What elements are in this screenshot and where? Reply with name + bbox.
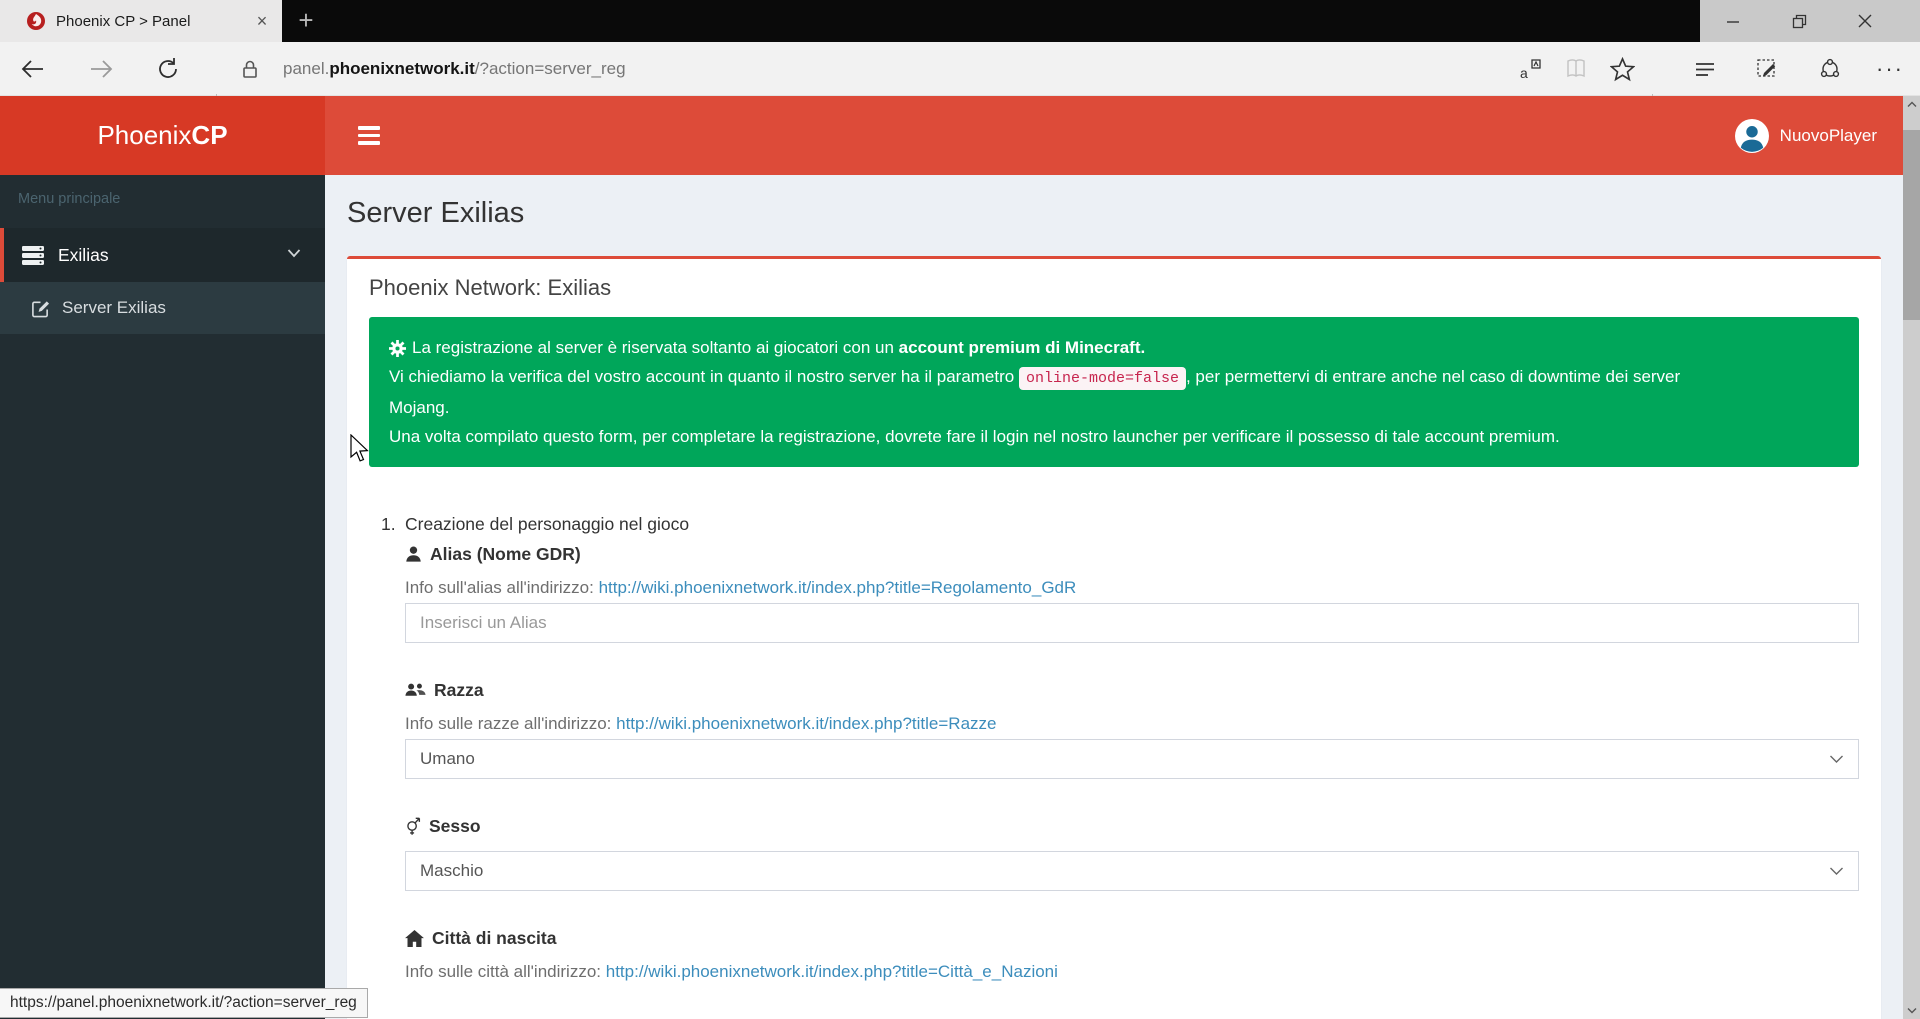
app-navbar: PhoenixCP NuovoPlayer bbox=[0, 96, 1903, 175]
alert-line-1: La registrazione al server è riservata s… bbox=[389, 333, 1839, 362]
tab-title: Phoenix CP > Panel bbox=[56, 13, 240, 30]
sidebar-item-label: Exilias bbox=[58, 245, 109, 266]
more-options-button[interactable]: ··· bbox=[1872, 51, 1908, 87]
edit-icon bbox=[31, 299, 50, 318]
avatar bbox=[1735, 119, 1769, 153]
field-razza: Razza Info sulle razze all'indirizzo: ht… bbox=[405, 679, 1859, 779]
share-icon[interactable] bbox=[1812, 51, 1848, 87]
server-icon bbox=[22, 246, 44, 265]
forward-button[interactable] bbox=[83, 51, 119, 87]
hamburger-icon bbox=[358, 126, 380, 130]
home-icon bbox=[405, 930, 424, 947]
lock-icon bbox=[232, 51, 268, 87]
sidebar-item-server-exilias[interactable]: Server Exilias bbox=[0, 282, 325, 334]
window-controls bbox=[1700, 0, 1920, 42]
phoenix-favicon-icon bbox=[26, 11, 46, 31]
scroll-up-icon[interactable] bbox=[1903, 96, 1920, 113]
alert-line-4: Una volta compilato questo form, per com… bbox=[389, 422, 1839, 451]
field-sesso: Sesso Maschio bbox=[405, 815, 1859, 891]
username-label: NuovoPlayer bbox=[1780, 126, 1877, 146]
browser-tab[interactable]: Phoenix CP > Panel × bbox=[0, 0, 282, 42]
registration-form: 1. Creazione del personaggio nel gioco A… bbox=[381, 513, 1859, 1019]
user-menu[interactable]: NuovoPlayer bbox=[1721, 96, 1891, 175]
sidebar-section-header: Menu principale bbox=[0, 175, 325, 207]
app-logo[interactable]: PhoenixCP bbox=[0, 96, 325, 175]
razza-info: Info sulle razze all'indirizzo: http://w… bbox=[405, 713, 1859, 735]
sesso-label: Sesso bbox=[405, 815, 1859, 837]
user-icon bbox=[405, 545, 422, 563]
alert-line-2: Vi chiediamo la verifica del vostro acco… bbox=[389, 362, 1839, 393]
hub-icon[interactable] bbox=[1687, 51, 1723, 87]
citta-label: Città di nascita bbox=[405, 927, 1859, 949]
web-note-icon[interactable] bbox=[1749, 51, 1785, 87]
razza-label: Razza bbox=[405, 679, 1859, 701]
alias-info: Info sull'alias all'indirizzo: http://wi… bbox=[405, 577, 1859, 599]
brand-text-bold: CP bbox=[191, 120, 227, 150]
main-content: Server Exilias Phoenix Network: Exilias … bbox=[325, 175, 1903, 1019]
svg-text:a: a bbox=[1520, 65, 1528, 81]
online-mode-code: online-mode=false bbox=[1019, 367, 1186, 390]
citta-wiki-link[interactable]: http://wiki.phoenixnetwork.it/index.php?… bbox=[606, 962, 1058, 981]
url-path: /?action=server_reg bbox=[475, 59, 626, 78]
content-box: Phoenix Network: Exilias La registrazion… bbox=[347, 256, 1881, 1019]
page-scrollbar[interactable] bbox=[1903, 96, 1920, 1019]
step-number: 1. bbox=[381, 513, 405, 1019]
new-tab-button[interactable]: + bbox=[288, 0, 324, 42]
razza-select[interactable]: Umano bbox=[405, 739, 1859, 779]
step-title: Creazione del personaggio nel gioco bbox=[405, 513, 1859, 535]
window-minimize-button[interactable] bbox=[1700, 0, 1766, 42]
premium-account-alert: La registrazione al server è riservata s… bbox=[369, 317, 1859, 467]
field-alias: Alias (Nome GDR) Info sull'alias all'ind… bbox=[405, 543, 1859, 643]
window-restore-button[interactable] bbox=[1766, 0, 1832, 42]
chevron-down-icon bbox=[1829, 754, 1844, 764]
razza-wiki-link[interactable]: http://wiki.phoenixnetwork.it/index.php?… bbox=[616, 714, 996, 733]
reading-view-icon[interactable] bbox=[1558, 51, 1594, 87]
back-button[interactable] bbox=[15, 51, 51, 87]
field-citta: Città di nascita Info sulle città all'in… bbox=[405, 927, 1859, 983]
translate-icon[interactable]: a bbox=[1512, 51, 1548, 87]
gender-icon bbox=[405, 816, 421, 836]
sidebar-subitem-label: Server Exilias bbox=[62, 298, 166, 318]
alert-line-3: Mojang. bbox=[389, 393, 1839, 422]
chevron-down-icon bbox=[1829, 866, 1844, 876]
gear-icon bbox=[389, 340, 406, 357]
citta-info: Info sulle città all'indirizzo: http://w… bbox=[405, 961, 1859, 983]
window-close-button[interactable] bbox=[1832, 0, 1898, 42]
scroll-down-icon[interactable] bbox=[1903, 1002, 1920, 1019]
mouse-cursor bbox=[349, 434, 371, 464]
chevron-down-icon bbox=[287, 248, 301, 258]
alias-label: Alias (Nome GDR) bbox=[405, 543, 1859, 565]
sidebar: Menu principale Exilias Server Exilias bbox=[0, 175, 325, 1019]
box-title: Phoenix Network: Exilias bbox=[347, 259, 1881, 317]
browser-tab-bar: Phoenix CP > Panel × + bbox=[0, 0, 1920, 42]
alias-wiki-link[interactable]: http://wiki.phoenixnetwork.it/index.php?… bbox=[599, 578, 1077, 597]
scrollbar-thumb[interactable] bbox=[1903, 130, 1920, 320]
url-domain: phoenixnetwork.it bbox=[329, 59, 474, 78]
url-prefix: panel. bbox=[283, 59, 329, 78]
browser-address-bar: panel.phoenixnetwork.it/?action=server_r… bbox=[0, 42, 1920, 96]
status-url-tooltip: https://panel.phoenixnetwork.it/?action=… bbox=[0, 988, 368, 1018]
sesso-select[interactable]: Maschio bbox=[405, 851, 1859, 891]
tab-close-icon[interactable]: × bbox=[250, 11, 274, 32]
sidebar-item-exilias[interactable]: Exilias bbox=[0, 228, 325, 282]
url-text[interactable]: panel.phoenixnetwork.it/?action=server_r… bbox=[283, 42, 626, 95]
alias-input[interactable] bbox=[405, 603, 1859, 643]
more-icon: ··· bbox=[1876, 59, 1904, 79]
sidebar-toggle-button[interactable] bbox=[338, 96, 400, 175]
favorites-star-icon[interactable] bbox=[1604, 51, 1640, 87]
refresh-button[interactable] bbox=[150, 51, 186, 87]
brand-text: Phoenix bbox=[97, 120, 191, 150]
page-title: Server Exilias bbox=[347, 197, 1881, 230]
users-icon bbox=[405, 682, 426, 699]
